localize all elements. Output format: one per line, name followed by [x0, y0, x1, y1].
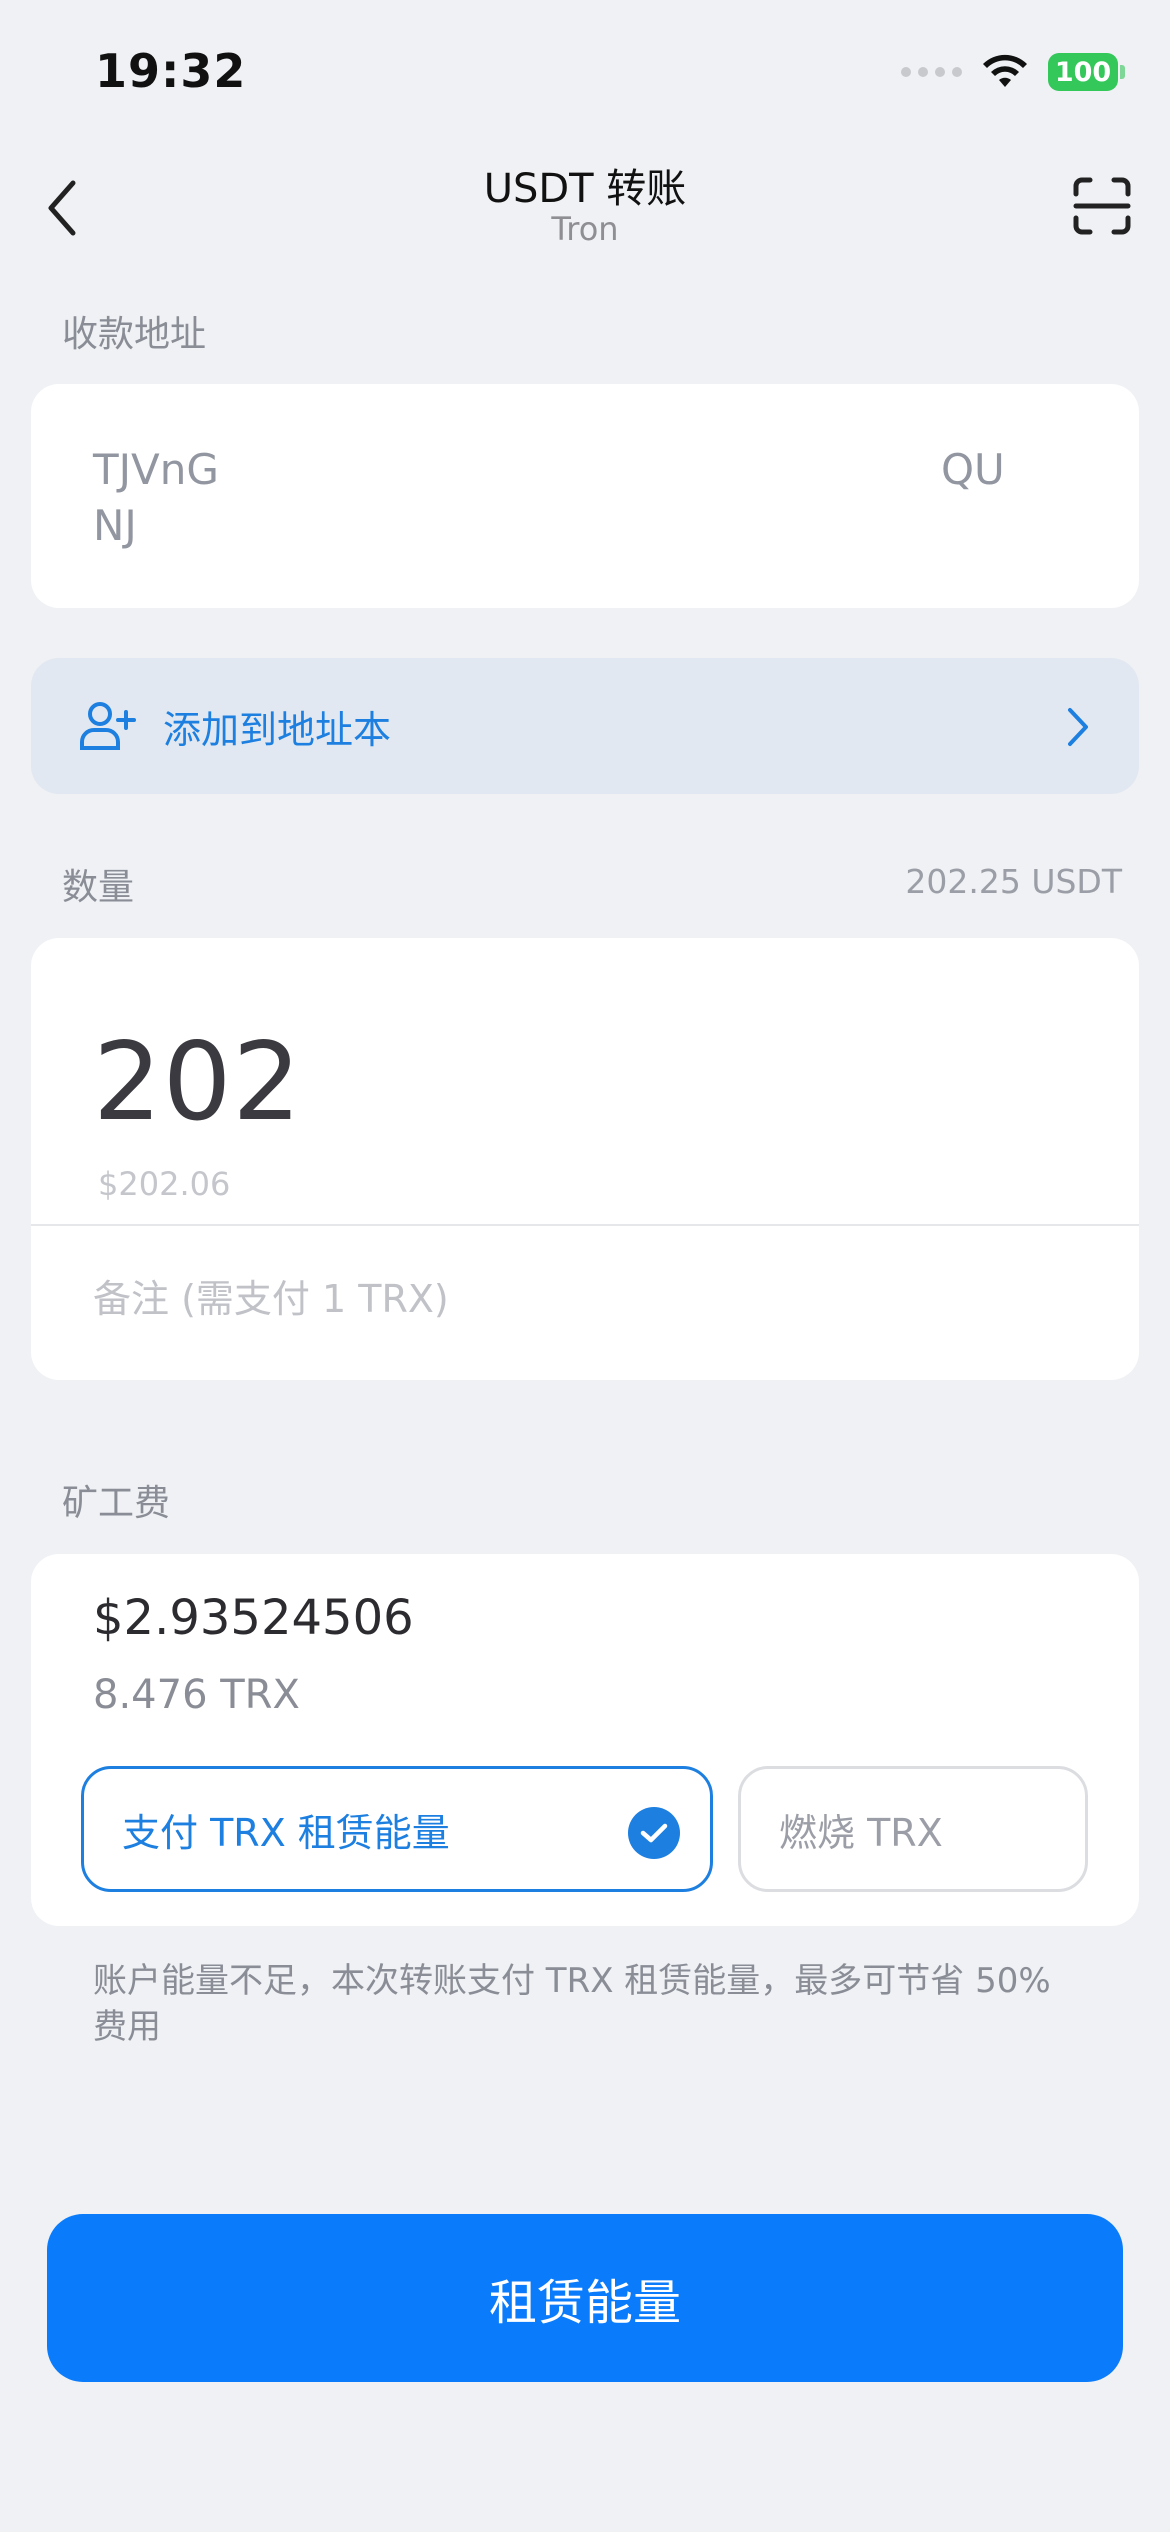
chevron-right-icon [1068, 708, 1088, 746]
amount-label: 数量 [62, 867, 135, 908]
add-to-address-book-button[interactable]: 添加到地址本 [31, 658, 1139, 794]
add-to-address-book-label: 添加到地址本 [163, 707, 392, 752]
status-time: 19:32 [95, 44, 247, 98]
status-indicators: 100 [901, 50, 1125, 94]
recipient-label: 收款地址 [62, 314, 207, 355]
option-burn-trx[interactable]: 燃烧 TRX [738, 1766, 1088, 1892]
scan-button[interactable] [1072, 176, 1132, 236]
fee-trx-value: 8.476 TRX [93, 1672, 300, 1718]
balance-text: 202.25 USDT [905, 862, 1122, 901]
battery-indicator: 100 [1048, 53, 1125, 91]
address-line2: NJ [93, 501, 137, 550]
memo-input[interactable]: 备注 (需支付 1 TRX) [93, 1268, 449, 1323]
fee-label: 矿工费 [62, 1483, 171, 1524]
wifi-icon [983, 54, 1027, 87]
rent-energy-button[interactable]: 租赁能量 [47, 2214, 1123, 2382]
option-rent-energy[interactable]: 支付 TRX 租赁能量 [81, 1766, 713, 1892]
add-user-icon [80, 702, 136, 750]
amount-input[interactable]: 202 [93, 1020, 302, 1145]
page-title: USDT 转账 [483, 166, 687, 212]
fee-note: 账户能量不足，本次转账支付 TRX 租赁能量，最多可节省 50% 费用 [93, 1961, 1051, 2047]
page-subtitle: Tron [551, 210, 619, 248]
address-line1-end: QU [941, 445, 1005, 494]
amount-fiat-value: $202.06 [98, 1165, 231, 1203]
address-line1-start: TJVnG [93, 445, 219, 494]
option-rent-energy-label: 支付 TRX 租赁能量 [122, 1810, 450, 1855]
check-icon [628, 1807, 680, 1859]
divider [31, 1224, 1139, 1226]
fee-usd-value: $2.93524506 [93, 1590, 414, 1646]
signal-dots-icon [901, 67, 962, 77]
option-burn-trx-label: 燃烧 TRX [779, 1810, 943, 1855]
address-field[interactable]: TJVnG QU NJ [31, 384, 1139, 608]
scan-icon [1073, 177, 1131, 235]
